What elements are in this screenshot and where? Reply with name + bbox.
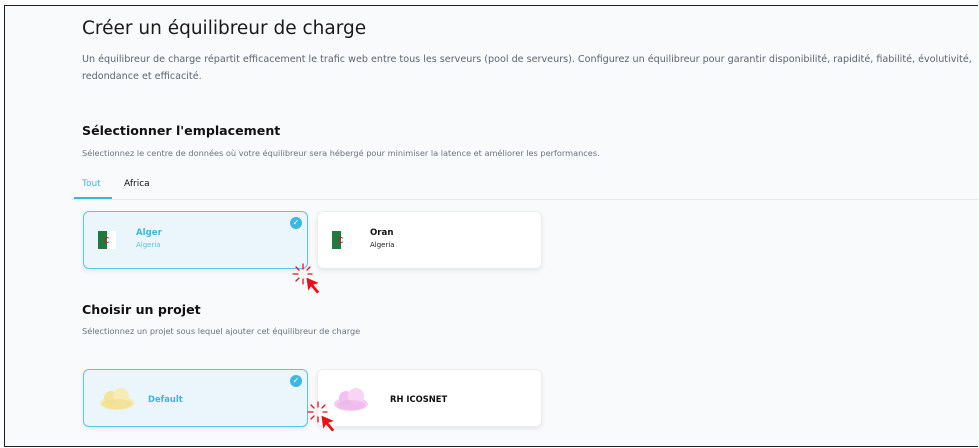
location-country: Algeria [136, 241, 161, 249]
tab-tout[interactable]: Tout [82, 179, 101, 189]
project-name: RH ICOSNET [390, 394, 448, 404]
location-heading: Sélectionner l'emplacement [82, 123, 281, 138]
project-card-rh-icosnet[interactable]: RH ICOSNET [317, 369, 542, 427]
page-title: Créer un équilibreur de charge [82, 18, 367, 39]
algeria-flag-icon [332, 231, 350, 249]
project-card-default[interactable]: Default ✓ [83, 369, 308, 427]
algeria-flag-icon [98, 231, 116, 249]
page-frame: Créer un équilibreur de charge Un équili… [4, 5, 978, 447]
active-tab-indicator [74, 197, 112, 199]
location-card-alger[interactable]: Alger Algeria ✓ [83, 211, 308, 269]
location-name: Alger [136, 228, 162, 238]
click-cursor-icon [307, 401, 337, 433]
yellow-cloud-icon [100, 388, 134, 410]
location-country: Algeria [370, 241, 395, 249]
project-name: Default [148, 394, 183, 404]
project-heading: Choisir un projet [82, 302, 201, 317]
check-icon: ✓ [290, 375, 302, 387]
location-name: Oran [370, 228, 394, 238]
location-card-oran[interactable]: Oran Algeria [317, 211, 542, 269]
click-cursor-icon [292, 263, 322, 295]
tabs-divider [72, 199, 978, 200]
check-icon: ✓ [290, 217, 302, 229]
location-subtitle: Sélectionnez le centre de données où vot… [82, 148, 600, 158]
page-description: Un équilibreur de charge répartit effica… [82, 54, 972, 82]
project-subtitle: Sélectionnez un projet sous lequel ajout… [82, 326, 361, 336]
tab-africa[interactable]: Africa [124, 179, 150, 189]
